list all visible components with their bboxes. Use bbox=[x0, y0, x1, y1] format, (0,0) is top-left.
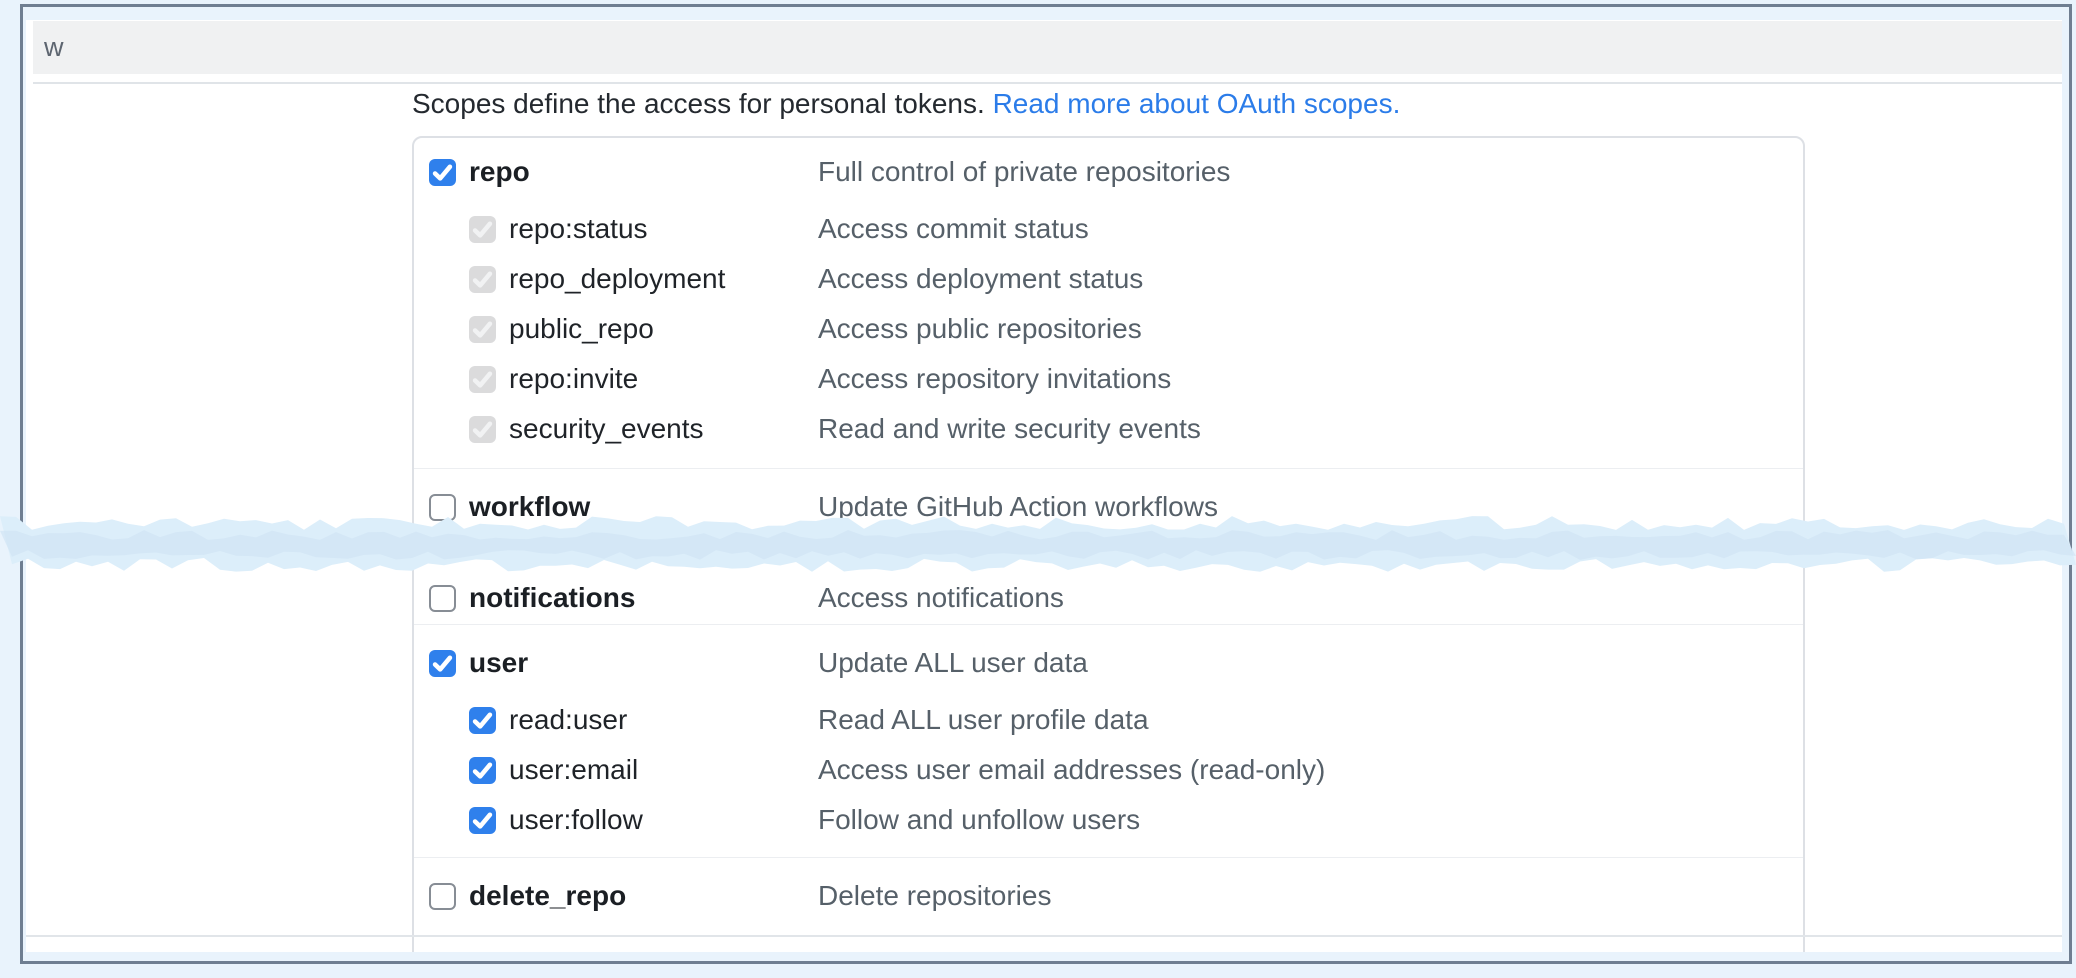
scope-description: Access deployment status bbox=[818, 263, 1143, 295]
scope-description: Read and write security events bbox=[818, 413, 1201, 445]
scope-label: delete_repo bbox=[469, 880, 626, 912]
scope-label: security_events bbox=[509, 413, 704, 445]
scope-description: Full control of private repositories bbox=[818, 156, 1230, 188]
checkbox-repo:status bbox=[469, 216, 496, 243]
scope-row-repo_deployment[interactable]: repo_deployment Access deployment status bbox=[414, 254, 1803, 304]
topbar-divider bbox=[33, 82, 2062, 84]
page-bottom-hairline bbox=[26, 935, 2062, 937]
scope-description: Access commit status bbox=[818, 213, 1089, 245]
scope-row-delete_repo[interactable]: delete_repo Delete repositories bbox=[414, 870, 1803, 922]
scope-row-user:email[interactable]: user:email Access user email addresses (r… bbox=[414, 745, 1803, 795]
scope-label: repo_deployment bbox=[509, 263, 725, 295]
scope-description: Access user email addresses (read-only) bbox=[818, 754, 1325, 786]
scope-row-read:user[interactable]: read:user Read ALL user profile data bbox=[414, 695, 1803, 745]
checkbox-repo:invite bbox=[469, 366, 496, 393]
scope-label: workflow bbox=[469, 491, 590, 523]
scope-row-user:follow[interactable]: user:follow Follow and unfollow users bbox=[414, 795, 1803, 845]
scope-label: repo bbox=[469, 156, 530, 188]
scope-group-workflow: workflow Update GitHub Action workflows bbox=[414, 469, 1803, 557]
scope-row-workflow[interactable]: workflow Update GitHub Action workflows bbox=[414, 481, 1803, 533]
scope-row-public_repo[interactable]: public_repo Access public repositories bbox=[414, 304, 1803, 354]
scope-row-repo:status[interactable]: repo:status Access commit status bbox=[414, 204, 1803, 254]
outer-panel: w Scopes define the access for personal … bbox=[20, 4, 2072, 964]
checkbox-security_events bbox=[469, 416, 496, 443]
scope-label: user bbox=[469, 647, 528, 679]
checkbox-repo[interactable] bbox=[429, 159, 456, 186]
scope-label: public_repo bbox=[509, 313, 654, 345]
scope-row-user[interactable]: user Update ALL user data bbox=[414, 637, 1803, 689]
scope-label: repo:invite bbox=[509, 363, 638, 395]
checkbox-notifications[interactable] bbox=[429, 585, 456, 612]
scope-group-user: user Update ALL user data read:user Read AL… bbox=[414, 625, 1803, 857]
checkbox-user[interactable] bbox=[429, 650, 456, 677]
scope-description: Access public repositories bbox=[818, 313, 1142, 345]
checkbox-workflow[interactable] bbox=[429, 494, 456, 521]
scope-label: repo:status bbox=[509, 213, 648, 245]
scope-group-notifications: notifications Access notifications bbox=[414, 558, 1803, 624]
scope-description: Update GitHub Action workflows bbox=[818, 491, 1218, 523]
scope-description: Update ALL user data bbox=[818, 647, 1088, 679]
checkbox-user:follow[interactable] bbox=[469, 807, 496, 834]
checkbox-read:user[interactable] bbox=[469, 707, 496, 734]
scope-label: user:email bbox=[509, 754, 638, 786]
scope-label: read:user bbox=[509, 704, 627, 736]
scope-row-repo:invite[interactable]: repo:invite Access repository invitations bbox=[414, 354, 1803, 404]
scope-description: Follow and unfollow users bbox=[818, 804, 1140, 836]
checkbox-public_repo bbox=[469, 316, 496, 343]
checkbox-delete_repo[interactable] bbox=[429, 883, 456, 910]
oauth-scopes-link[interactable]: Read more about OAuth scopes. bbox=[993, 88, 1401, 119]
scope-group-delete_repo: delete_repo Delete repositories bbox=[414, 858, 1803, 930]
scope-description: Access repository invitations bbox=[818, 363, 1171, 395]
note-input-bar[interactable]: w bbox=[33, 21, 2062, 74]
scope-box: repo Full control of private repositories… bbox=[412, 136, 1805, 952]
scopes-intro-text: Scopes define the access for personal to… bbox=[412, 88, 993, 119]
subscopes-user: read:user Read ALL user profile data user:… bbox=[414, 695, 1803, 845]
scope-row-repo[interactable]: repo Full control of private repositories bbox=[414, 146, 1803, 198]
scopes-intro: Scopes define the access for personal to… bbox=[412, 87, 1400, 121]
checkbox-user:email[interactable] bbox=[469, 757, 496, 784]
scope-row-notifications[interactable]: notifications Access notifications bbox=[414, 572, 1803, 624]
note-input-value: w bbox=[33, 21, 2062, 74]
scope-description: Access notifications bbox=[818, 582, 1064, 614]
scope-description: Delete repositories bbox=[818, 880, 1051, 912]
subscopes-repo: repo:status Access commit status repo_depl… bbox=[414, 204, 1803, 454]
scope-description: Read ALL user profile data bbox=[818, 704, 1149, 736]
checkbox-repo_deployment bbox=[469, 266, 496, 293]
scope-label: notifications bbox=[469, 582, 635, 614]
scope-label: user:follow bbox=[509, 804, 643, 836]
scope-row-security_events[interactable]: security_events Read and write security e… bbox=[414, 404, 1803, 454]
scope-group-repo: repo Full control of private repositories… bbox=[414, 138, 1803, 468]
page: w Scopes define the access for personal … bbox=[26, 20, 2062, 952]
